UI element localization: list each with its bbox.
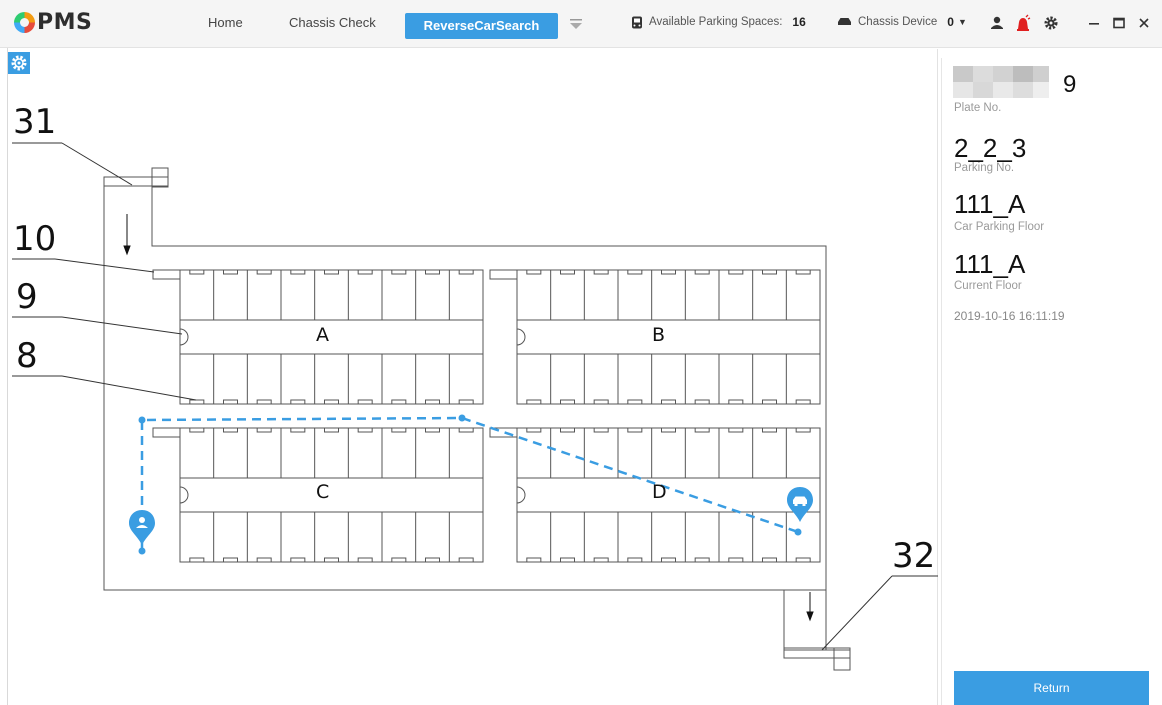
logo-text: PMS <box>37 9 93 35</box>
callout-31: 31 <box>13 102 57 142</box>
minimize-icon[interactable] <box>1085 14 1103 32</box>
plate-suffix: 9 <box>1063 71 1077 98</box>
return-button[interactable]: Return <box>954 671 1149 705</box>
nav-chassis-check[interactable]: Chassis Check <box>289 15 376 30</box>
expand-tabs-icon[interactable] <box>569 17 583 31</box>
map-settings-button[interactable] <box>8 52 30 74</box>
callout-32: 32 <box>892 536 936 576</box>
parking-icon <box>632 16 642 28</box>
timestamp: 2019-10-16 16:11:19 <box>954 309 1065 323</box>
car-icon <box>838 18 851 25</box>
app-window: PMS Home Chassis Check ReverseCarSearch … <box>0 0 1162 705</box>
zone-d-label: D <box>652 481 667 503</box>
chevron-down-icon: ▼ <box>957 17 967 27</box>
top-bar: PMS Home Chassis Check ReverseCarSearch … <box>0 0 1162 48</box>
device-value: 0 <box>947 15 954 29</box>
user-icon[interactable] <box>988 14 1006 32</box>
current-floor-label: Current Floor <box>954 280 1022 292</box>
close-icon[interactable] <box>1135 14 1153 32</box>
parking-lots <box>152 269 821 563</box>
chassis-device-select[interactable]: Chassis Device 0 ▼ <box>837 15 967 29</box>
car-floor-label: Car Parking Floor <box>954 221 1045 233</box>
parking-value: 16 <box>792 15 806 29</box>
route-path <box>140 416 799 550</box>
car-floor-value: 111_A <box>954 189 1026 219</box>
parking-status: Available Parking Spaces: 16 <box>631 15 806 29</box>
callout-8: 8 <box>16 336 38 376</box>
device-label: Chassis Device <box>858 16 938 28</box>
callout-lines <box>12 142 938 651</box>
route-dots <box>138 414 802 555</box>
alarm-icon[interactable] <box>1014 14 1032 32</box>
logo: PMS <box>14 9 92 35</box>
person-pin-icon[interactable] <box>127 509 157 547</box>
current-floor-value: 111_A <box>954 249 1026 279</box>
nav-home[interactable]: Home <box>208 15 243 30</box>
zone-c-label: C <box>316 481 330 503</box>
car-pin-icon[interactable] <box>785 486 815 524</box>
logo-icon <box>14 11 35 33</box>
settings-gear-icon <box>11 55 27 71</box>
parking-map[interactable]: 31 10 9 8 32 A B C D <box>8 49 938 705</box>
parking-no-value: 2_2_3 <box>954 133 1027 163</box>
tab-reverse-car-search[interactable]: ReverseCarSearch <box>405 13 558 39</box>
vehicle-info-panel: 9 Plate No. 2_2_3 Parking No. 111_A Car … <box>941 58 1162 705</box>
gear-icon[interactable] <box>1042 14 1060 32</box>
parking-no-label: Parking No. <box>954 162 1015 174</box>
zone-a-label: A <box>316 324 329 346</box>
plate-number-blurred <box>953 66 1049 98</box>
parking-label: Available Parking Spaces: <box>649 16 783 28</box>
plate-label: Plate No. <box>954 102 1002 114</box>
zone-b-label: B <box>652 324 666 346</box>
callout-10: 10 <box>13 219 57 259</box>
floor-plan <box>12 142 938 671</box>
callout-9: 9 <box>16 277 38 317</box>
maximize-icon[interactable] <box>1110 14 1128 32</box>
